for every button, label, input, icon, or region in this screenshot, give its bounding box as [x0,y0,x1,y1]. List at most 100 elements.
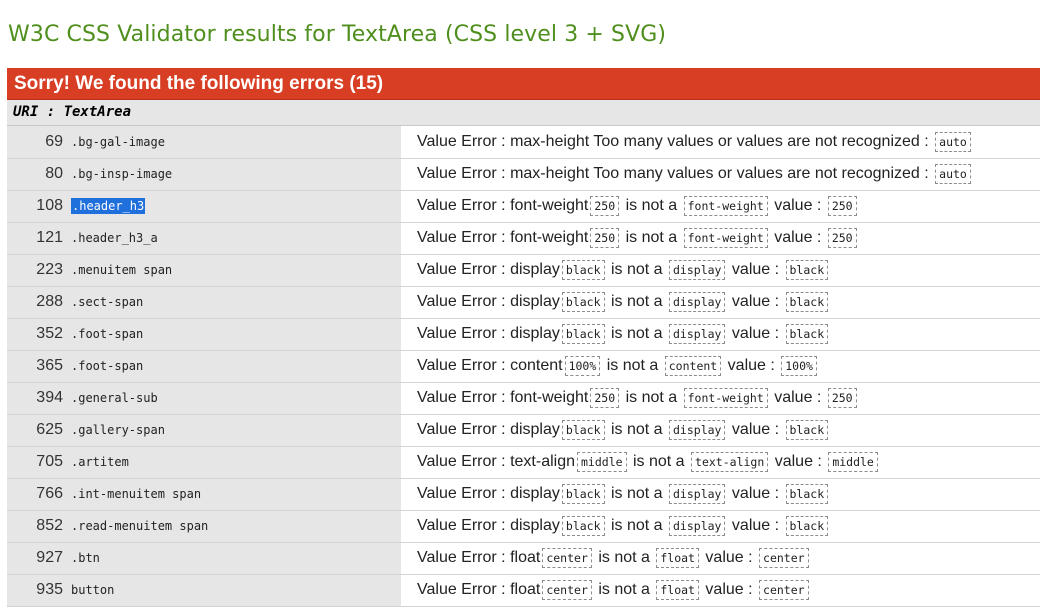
error-message-text: value : [769,197,826,214]
error-context-selector[interactable]: .btn [71,551,100,565]
error-property-code: float [656,548,699,568]
error-context-selector[interactable]: button [71,583,114,597]
error-message-cell: Value Error : font-weight 250 is not a fo… [401,222,1040,255]
error-value-code: black [785,484,829,504]
error-row: 927 .btn Value Error : float center is not … [7,542,1040,575]
error-message-text: Too many values or values are not recogn… [589,132,934,150]
error-context-selector[interactable]: .general-sub [71,391,158,405]
error-property-code: display [669,260,726,280]
error-line-number: 766 [7,478,67,511]
error-property: float [510,581,541,598]
error-line-number: 108 [7,190,67,223]
error-property: display [510,485,560,502]
error-message-text: is not a [606,485,667,502]
error-context-cell: .read-menuitem span [67,510,401,543]
error-context-selector[interactable]: .menuitem span [71,263,172,277]
error-value-code: black [561,260,605,280]
error-value-code: black [785,420,829,440]
error-message-text: is not a [606,517,667,534]
error-property: display [510,261,560,278]
error-prefix: Value Error : [417,389,511,406]
error-value-code: 100% [564,356,601,376]
error-context-cell: .artitem [67,446,401,479]
error-message-cell: Value Error : display black is not a disp… [401,286,1040,319]
error-property: display [510,421,560,438]
error-context-selector[interactable]: .int-menuitem span [71,487,201,501]
error-row: 223 .menuitem span Value Error : display bl… [7,254,1040,287]
error-value-code: center [542,580,592,600]
error-context-cell: .foot-span [67,318,401,351]
error-message-text: is not a [602,357,663,374]
error-property: max-height [510,132,590,150]
error-value-code: 250 [827,196,857,216]
error-message-text: is not a [606,261,667,278]
error-line-number: 625 [7,414,67,447]
error-prefix: Value Error : [417,325,511,342]
error-message-text: Too many values or values are not recogn… [589,165,934,182]
error-property-code: font-weight [683,196,768,216]
error-value-code: black [785,292,829,312]
error-value-code: black [561,292,605,312]
error-row: 705 .artitem Value Error : text-align middl… [7,446,1040,479]
error-context-selector[interactable]: .gallery-span [71,423,165,437]
error-prefix: Value Error : [417,357,511,374]
error-context-selector[interactable]: .artitem [71,455,129,469]
error-prefix: Value Error : [417,165,511,182]
error-value-code: 250 [590,196,620,216]
error-context-selector[interactable]: .header_h3 [71,198,146,214]
error-message-text: is not a [621,197,682,214]
error-row: 394 .general-sub Value Error : font-weight… [7,382,1040,415]
error-context-cell: button [67,574,401,607]
error-context-cell: .foot-span [67,350,401,383]
error-prefix: Value Error : [417,132,511,150]
error-line-number: 394 [7,382,67,415]
error-message-text: value : [769,389,826,406]
error-message-cell: Value Error : display black is not a disp… [401,318,1040,351]
error-property: display [510,325,560,342]
error-line-number: 352 [7,318,67,351]
error-property-code: float [656,580,699,600]
error-message-text: is not a [606,421,667,438]
error-row: 108 .header_h3 Value Error : font-weight 25… [7,190,1040,223]
error-message-cell: Value Error : display black is not a disp… [401,478,1040,511]
error-value-code: center [759,548,809,568]
uri-label: URI : TextArea [7,100,1040,126]
error-value-code: 250 [827,228,857,248]
error-row: 288 .sect-span Value Error : display black … [7,286,1040,319]
error-context-cell: .bg-gal-image [67,126,401,159]
error-message-text: value : [727,517,784,534]
error-value-code: 100% [781,356,817,376]
error-prefix: Value Error : [417,517,511,534]
error-message-text: is not a [606,325,667,342]
error-prefix: Value Error : [417,293,511,310]
error-context-selector[interactable]: .header_h3_a [71,231,158,245]
errors-table: 69 .bg-gal-image Value Error : max-height … [7,126,1040,607]
error-value-code: center [759,580,809,600]
error-value-code: middle [577,452,627,472]
error-message-cell: Value Error : font-weight 250 is not a fo… [401,190,1040,223]
error-context-selector[interactable]: .read-menuitem span [71,519,208,533]
error-line-number: 935 [7,574,67,607]
errors-table-body: 69 .bg-gal-image Value Error : max-height … [7,126,1040,607]
error-message-text: value : [723,357,780,374]
error-row: 935 button Value Error : float center is no… [7,574,1040,607]
error-message-cell: Value Error : max-height Too many values… [401,158,1040,191]
error-row: 121 .header_h3_a Value Error : font-weight… [7,222,1040,255]
error-summary-banner: Sorry! We found the following errors (15… [7,68,1040,100]
error-context-selector[interactable]: .foot-span [71,359,143,373]
error-property-code: font-weight [683,228,768,248]
error-prefix: Value Error : [417,581,511,598]
error-message-text: value : [727,261,784,278]
error-line-number: 852 [7,510,67,543]
validator-page: W3C CSS Validator results for TextArea (… [0,0,1040,615]
error-message-cell: Value Error : float center is not a float… [401,542,1040,575]
error-context-selector[interactable]: .bg-insp-image [71,167,172,181]
error-context-selector[interactable]: .foot-span [71,327,143,341]
error-context-selector[interactable]: .bg-gal-image [71,135,165,149]
error-context-cell: .bg-insp-image [67,158,401,191]
error-message-cell: Value Error : float center is not a float… [401,574,1040,607]
error-value-code: black [785,516,829,536]
error-property: display [510,293,560,310]
error-row: 365 .foot-span Value Error : content 100% i… [7,350,1040,383]
error-context-selector[interactable]: .sect-span [71,295,143,309]
